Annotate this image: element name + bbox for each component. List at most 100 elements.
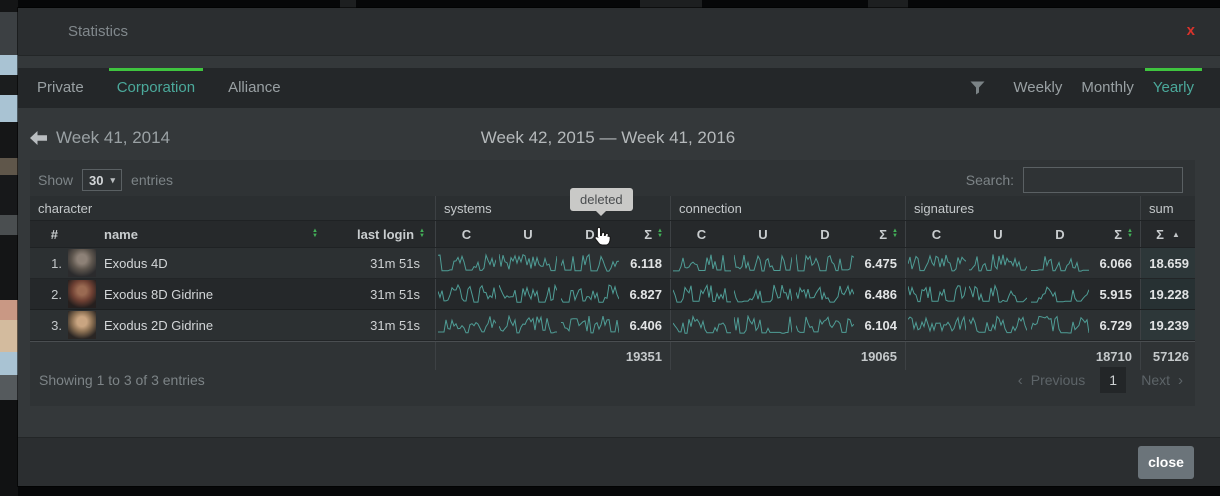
sort-icon: ▲▼ <box>657 229 663 239</box>
sort-icon: ▲▼ <box>312 229 318 239</box>
sparkline-systems-deleted <box>559 248 621 278</box>
header-name-label: name <box>104 227 138 242</box>
tab-corporation[interactable]: Corporation <box>117 68 195 108</box>
sparkline-systems-created <box>435 310 497 340</box>
signatures-sum-value: 5.915 <box>1091 279 1140 309</box>
previous-page-button[interactable]: ‹ Previous <box>1018 372 1085 389</box>
last-login-value: 31m 51s <box>323 248 435 278</box>
sparkline-signatures-created <box>905 310 967 340</box>
sparkline-systems-created <box>435 248 497 278</box>
character-name: Exodus 8D Gidrine <box>102 279 323 309</box>
header-connection-sum[interactable]: Σ ▲▼ <box>856 221 905 247</box>
search-label: Search: <box>966 172 1014 188</box>
tab-bar: Private Corporation Alliance Weekly Mont… <box>18 68 1220 108</box>
header-systems-sum[interactable]: Σ ▲▼ <box>621 221 670 247</box>
sparkline-signatures-deleted <box>1029 279 1091 309</box>
screen: Statistics x Private Corporation Allianc… <box>0 0 1220 496</box>
sparkline-signatures-deleted <box>1029 310 1091 340</box>
signatures-sum-value: 6.729 <box>1091 310 1140 340</box>
header-connection-updated: U <box>732 221 794 247</box>
header-systems-deleted: D <box>559 221 621 247</box>
tab-monthly[interactable]: Monthly <box>1081 68 1134 108</box>
background-topbar-fragment <box>868 0 908 8</box>
sigma-label: Σ <box>1156 227 1164 242</box>
statistics-modal: Statistics x Private Corporation Allianc… <box>18 8 1220 486</box>
sparkline-connection-created <box>670 310 732 340</box>
next-page-button[interactable]: Next › <box>1141 372 1183 389</box>
page-number-button[interactable]: 1 <box>1100 367 1126 393</box>
sigma-label: Σ <box>644 227 652 242</box>
systems-total: 19351 <box>621 342 670 370</box>
tab-private[interactable]: Private <box>37 68 84 108</box>
sigma-label: Σ <box>879 227 887 242</box>
close-button[interactable]: close <box>1138 446 1194 479</box>
header-last-login[interactable]: last login ▲▼ <box>323 221 435 247</box>
statistics-table: character systems connection signatures … <box>30 196 1195 370</box>
column-header-row: # name ▲▼ last login ▲▼ C U D Σ <box>30 221 1195 248</box>
group-signatures: signatures <box>905 196 1140 220</box>
group-character: character <box>30 196 435 220</box>
sparkline-connection-created <box>670 279 732 309</box>
header-signatures-sum[interactable]: Σ ▲▼ <box>1091 221 1140 247</box>
last-login-value: 31m 51s <box>323 310 435 340</box>
systems-sum-value: 6.118 <box>621 248 670 278</box>
total-sum-value: 19.239 <box>1140 310 1195 340</box>
header-signatures-created: C <box>905 221 967 247</box>
chevron-left-icon: ‹ <box>1018 372 1023 389</box>
header-avatar-spacer <box>68 221 102 247</box>
sparkline-signatures-created <box>905 279 967 309</box>
close-icon[interactable]: x <box>1187 23 1195 38</box>
avatar-cell <box>68 279 102 309</box>
date-range-title: Week 42, 2015 — Week 41, 2016 <box>7 120 1209 156</box>
sparkline-connection-deleted <box>794 310 856 340</box>
sparkline-connection-deleted <box>794 279 856 309</box>
character-name: Exodus 4D <box>102 248 323 278</box>
show-label: Show <box>38 172 73 188</box>
search-input[interactable] <box>1023 167 1183 193</box>
sparkline-connection-updated <box>732 310 794 340</box>
modal-footer: close <box>18 437 1220 486</box>
header-systems-created: C <box>435 221 497 247</box>
avatar <box>68 280 96 308</box>
header-connection-created: C <box>670 221 732 247</box>
next-label: Next <box>1141 372 1170 388</box>
header-total-sum[interactable]: Σ ▲ <box>1140 221 1195 247</box>
sparkline-connection-deleted <box>794 248 856 278</box>
rank-cell: 3. <box>30 310 68 340</box>
tab-yearly[interactable]: Yearly <box>1153 68 1194 108</box>
sparkline-systems-created <box>435 279 497 309</box>
connection-sum-value: 6.104 <box>856 310 905 340</box>
header-name[interactable]: name ▲▼ <box>102 221 323 247</box>
totals-row: 19351 19065 18710 57126 <box>30 341 1195 370</box>
sparkline-systems-updated <box>497 310 559 340</box>
character-name: Exodus 2D Gidrine <box>102 310 323 340</box>
deleted-tooltip: deleted <box>570 188 633 211</box>
systems-sum-value: 6.406 <box>621 310 670 340</box>
connection-sum-value: 6.486 <box>856 279 905 309</box>
tab-weekly[interactable]: Weekly <box>1013 68 1062 108</box>
entries-label: entries <box>131 172 173 188</box>
header-rank[interactable]: # <box>30 221 68 247</box>
sparkline-signatures-updated <box>967 279 1029 309</box>
connection-sum-value: 6.475 <box>856 248 905 278</box>
page-size-value: 30 <box>89 173 103 188</box>
sort-icon: ▲▼ <box>892 229 898 239</box>
group-connection: connection <box>670 196 905 220</box>
background-topbar-fragment <box>640 0 702 8</box>
sparkline-connection-updated <box>732 279 794 309</box>
tab-alliance[interactable]: Alliance <box>228 68 281 108</box>
rank-cell: 1. <box>30 248 68 278</box>
page-size-select[interactable]: 30 ▾ <box>82 169 122 191</box>
modal-header: Statistics x <box>18 8 1220 56</box>
header-signatures-updated: U <box>967 221 1029 247</box>
sort-icon: ▲▼ <box>419 229 425 239</box>
group-systems: systems <box>435 196 670 220</box>
table-row: 1. Exodus 4D 31m 51s 6.118 6.475 6.066 <box>30 248 1195 279</box>
sparkline-signatures-updated <box>967 248 1029 278</box>
dropdown-arrow-icon: ▾ <box>111 175 116 186</box>
avatar-cell <box>68 310 102 340</box>
total-sum-value: 19.228 <box>1140 279 1195 309</box>
sparkline-systems-updated <box>497 248 559 278</box>
period-group: Weekly Monthly Yearly <box>970 68 1194 108</box>
filter-icon[interactable] <box>970 81 985 95</box>
